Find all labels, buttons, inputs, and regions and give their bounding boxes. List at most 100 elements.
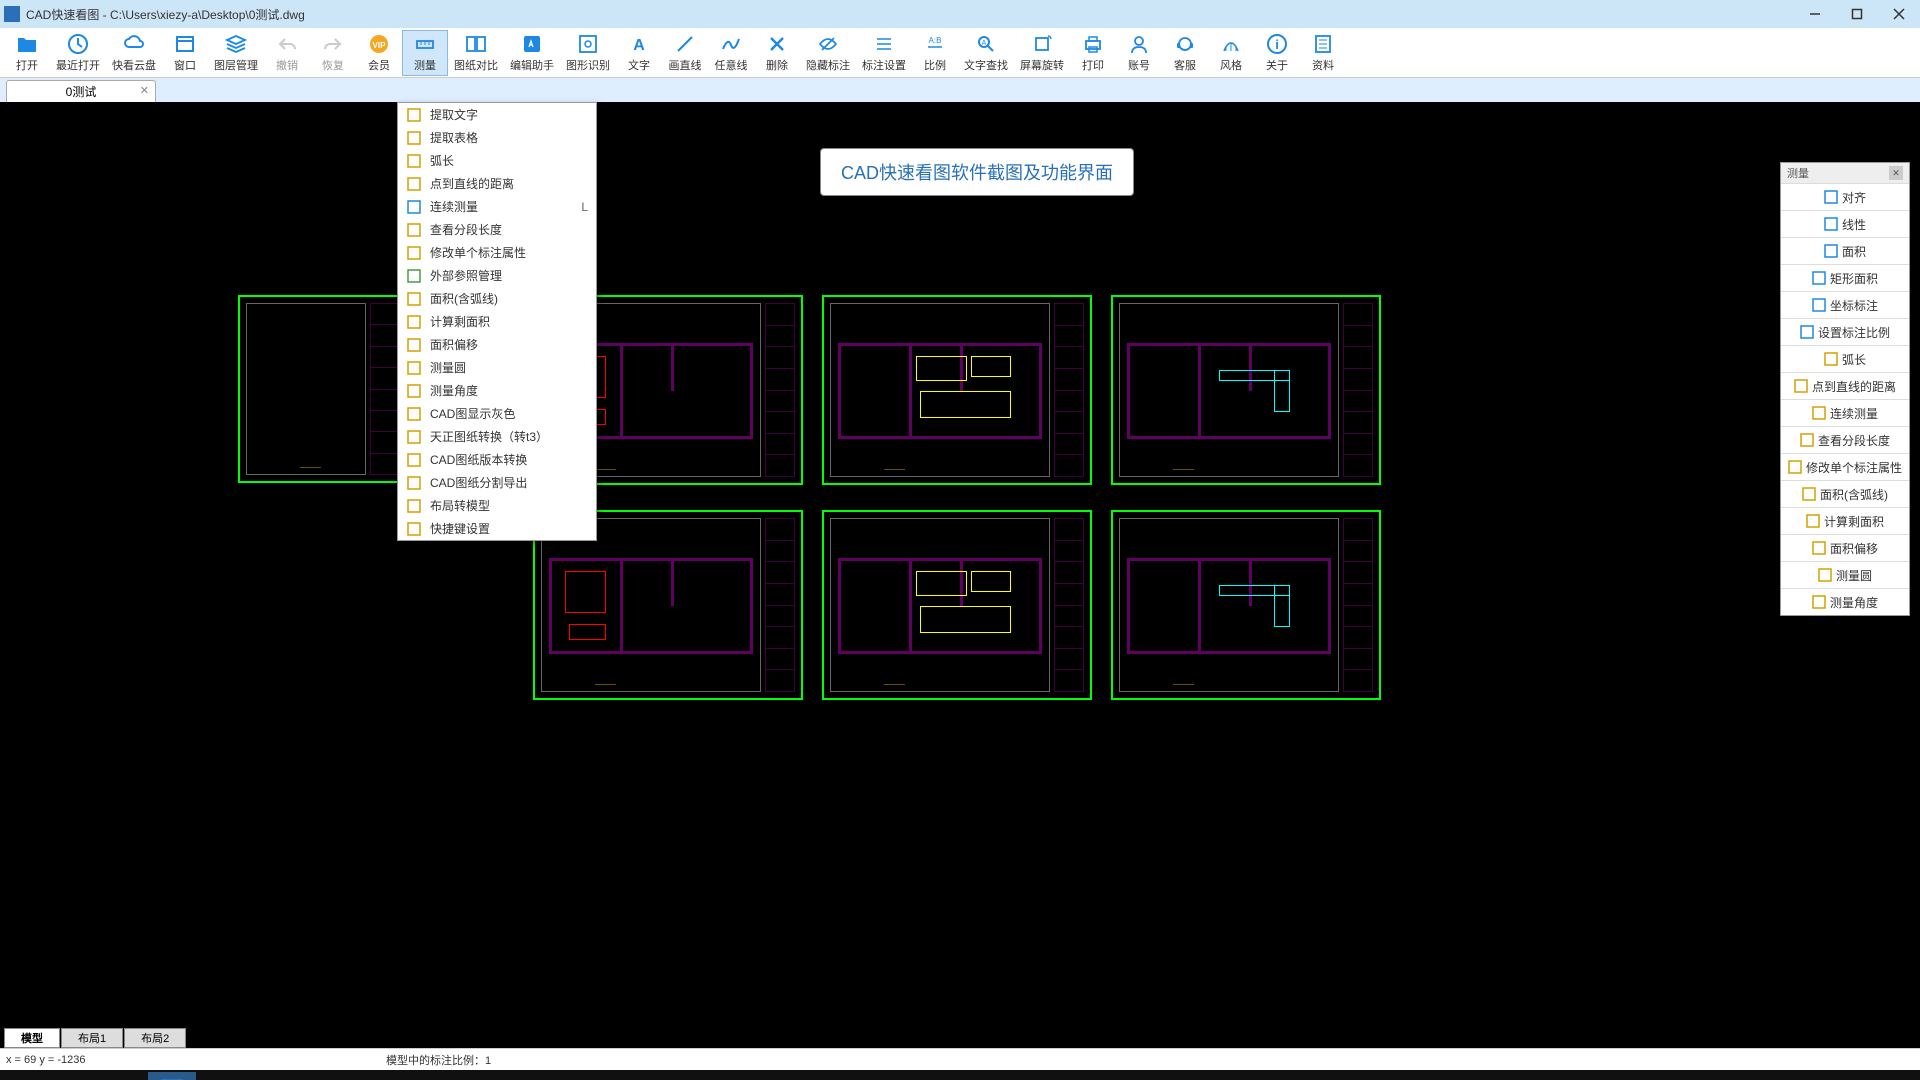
layout-tabbar: 模型布局1布局2 [0, 1026, 1920, 1048]
menu-item-hotkey[interactable]: 快捷键设置 [398, 517, 596, 540]
toolbar-text-button[interactable]: A文字 [616, 30, 662, 76]
menu-item-label: 天正图纸转换（转t3） [430, 428, 548, 445]
toolbar-vip-button[interactable]: VIP会员 [356, 30, 402, 76]
toolbar-hide-dim-button[interactable]: 隐藏标注 [800, 30, 856, 76]
drawing-canvas[interactable]: 提取文字提取表格弧长点到直线的距离连续测量L查看分段长度修改单个标注属性外部参照… [0, 102, 1920, 1026]
vip-icon: VIP [368, 33, 390, 55]
panel-item-label: 对齐 [1842, 189, 1866, 206]
layout-tab-1[interactable]: 布局1 [61, 1028, 123, 1048]
panel-item-area-arc2[interactable]: 面积(含弧线) [1781, 480, 1909, 507]
toolbar-label: 风格 [1220, 57, 1242, 73]
panel-item-angle[interactable]: 测量角度 [1781, 588, 1909, 615]
menu-item-gray[interactable]: CAD图显示灰色 [398, 402, 596, 425]
menu-item-xref[interactable]: 外部参照管理 [398, 264, 596, 287]
toolbar-account-button[interactable]: 账号 [1116, 30, 1162, 76]
menu-item-extract-table[interactable]: 提取表格 [398, 126, 596, 149]
toolbar-edit-button[interactable]: 编辑助手 [504, 30, 560, 76]
toolbar-measure-button[interactable]: 测量 [402, 30, 448, 76]
menu-item-pt-line-dist[interactable]: 点到直线的距离 [398, 172, 596, 195]
align-icon [1824, 190, 1838, 204]
toolbar-about-button[interactable]: i关于 [1254, 30, 1300, 76]
toolbar-delete-button[interactable]: 删除 [754, 30, 800, 76]
menu-item-area-arc[interactable]: 面积(含弧线) [398, 287, 596, 310]
circle-icon [1818, 568, 1832, 582]
menu-item-calc-area[interactable]: 计算剩面积 [398, 310, 596, 333]
menu-item-arc-len[interactable]: 弧长 [398, 149, 596, 172]
menu-item-area-offset[interactable]: 面积偏移 [398, 333, 596, 356]
toolbar-rotate-button[interactable]: 屏幕旋转 [1014, 30, 1070, 76]
menu-item-measure-circle[interactable]: 测量圆 [398, 356, 596, 379]
toolbar-line-button[interactable]: 画直线 [662, 30, 708, 76]
menu-item-label: 点到直线的距离 [430, 175, 514, 192]
toolbar-undo-button[interactable]: 撤销 [264, 30, 310, 76]
layout-tab-0[interactable]: 模型 [4, 1028, 60, 1048]
arc-icon [1824, 352, 1838, 366]
drawing-sheet: ——— [1111, 510, 1381, 700]
toolbar-resource-button[interactable]: 资料 [1300, 30, 1346, 76]
toolbar-window-button[interactable]: 窗口 [162, 30, 208, 76]
panel-item-linear[interactable]: 线性 [1781, 210, 1909, 237]
toolbar-layer-button[interactable]: 图层管理 [208, 30, 264, 76]
toolbar-cloud-button[interactable]: 快看云盘 [106, 30, 162, 76]
start-button[interactable] [4, 1072, 52, 1080]
menu-item-layout-model[interactable]: 布局转模型 [398, 494, 596, 517]
toolbar-freeline-button[interactable]: 任意线 [708, 30, 754, 76]
toolbar-recent-button[interactable]: 最近打开 [50, 30, 106, 76]
panel-item-calc-rest[interactable]: 计算剩面积 [1781, 507, 1909, 534]
panel-item-arc[interactable]: 弧长 [1781, 345, 1909, 372]
toolbar-support-button[interactable]: 客服 [1162, 30, 1208, 76]
pt-line-icon [1794, 379, 1808, 393]
toolbar-redo-button[interactable]: 恢复 [310, 30, 356, 76]
toolbar-dim-setting-button[interactable]: 标注设置 [856, 30, 912, 76]
toolbar-recognize-button[interactable]: 图形识别 [560, 30, 616, 76]
menu-item-continuous[interactable]: 连续测量L [398, 195, 596, 218]
toolbar-label: 隐藏标注 [806, 57, 850, 73]
menu-item-tz-convert[interactable]: 天正图纸转换（转t3） [398, 425, 596, 448]
panel-item-label: 面积(含弧线) [1820, 486, 1888, 503]
toolbar-style-button[interactable]: 风格 [1208, 30, 1254, 76]
panel-item-rect-area[interactable]: 矩形面积 [1781, 264, 1909, 291]
floor-plan [838, 530, 1042, 668]
panel-item-edit-single[interactable]: 修改单个标注属性 [1781, 453, 1909, 480]
menu-item-edit-dim[interactable]: 修改单个标注属性 [398, 241, 596, 264]
layout-tab-2[interactable]: 布局2 [124, 1028, 186, 1048]
menu-item-extract-text[interactable]: 提取文字 [398, 103, 596, 126]
menu-item-split-export[interactable]: CAD图纸分割导出 [398, 471, 596, 494]
panel-item-cont-measure[interactable]: 连续测量 [1781, 399, 1909, 426]
panel-item-area-off[interactable]: 面积偏移 [1781, 534, 1909, 561]
cortana-button[interactable] [52, 1072, 100, 1080]
document-tab[interactable]: 0测试 ✕ [6, 80, 156, 102]
panel-item-circle[interactable]: 测量圆 [1781, 561, 1909, 588]
minimize-button[interactable] [1806, 5, 1824, 23]
panel-item-coord-dim[interactable]: 坐标标注 [1781, 291, 1909, 318]
drawing-sheet: ——— [1111, 295, 1381, 485]
menu-item-measure-angle[interactable]: 测量角度 [398, 379, 596, 402]
app-icon [4, 6, 20, 22]
menu-item-segment[interactable]: 查看分段长度 [398, 218, 596, 241]
close-button[interactable] [1890, 5, 1908, 23]
menu-item-label: 面积(含弧线) [430, 290, 498, 307]
toolbar-print-button[interactable]: 打印 [1070, 30, 1116, 76]
toolbar-label: 打开 [16, 57, 38, 73]
panel-item-align[interactable]: 对齐 [1781, 183, 1909, 210]
panel-close-icon[interactable]: ✕ [1889, 166, 1903, 180]
menu-item-ver-convert[interactable]: CAD图纸版本转换 [398, 448, 596, 471]
explorer-button[interactable] [100, 1072, 148, 1080]
sheet-titleblock [1343, 518, 1373, 692]
toolbar-scale-button[interactable]: A:B比例 [912, 30, 958, 76]
delete-icon [766, 33, 788, 55]
panel-item-seg-len[interactable]: 查看分段长度 [1781, 426, 1909, 453]
angle-icon [1812, 595, 1826, 609]
statusbar: x = 69 y = -1236 模型中的标注比例：1 [0, 1048, 1920, 1070]
tab-close-icon[interactable]: ✕ [140, 84, 149, 97]
toolbar-find-button[interactable]: A文字查找 [958, 30, 1014, 76]
toolbar-label: 关于 [1266, 57, 1288, 73]
panel-item-set-scale[interactable]: 设置标注比例 [1781, 318, 1909, 345]
panel-item-pt-line[interactable]: 点到直线的距离 [1781, 372, 1909, 399]
cad-app-button[interactable]: CAD [148, 1072, 196, 1080]
panel-item-area[interactable]: 面积 [1781, 237, 1909, 264]
toolbar-open-button[interactable]: 打开 [4, 30, 50, 76]
cont-measure-icon [1812, 406, 1826, 420]
maximize-button[interactable] [1848, 5, 1866, 23]
toolbar-compare-button[interactable]: 图纸对比 [448, 30, 504, 76]
